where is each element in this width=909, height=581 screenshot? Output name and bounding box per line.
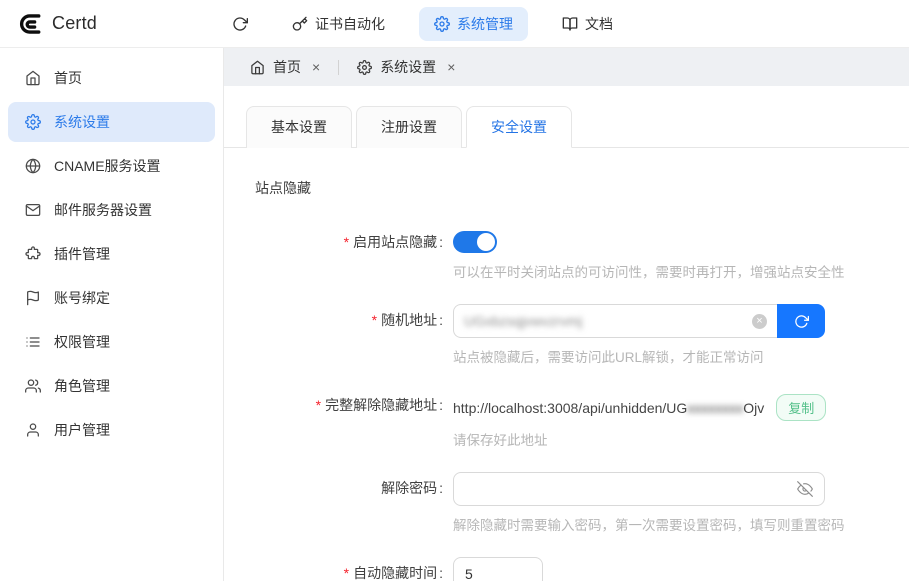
field-enable-site-hiding: 启用站点隐藏 可以在平时关闭站点的可访问性，需要时再打开，增强站点安全性	[255, 226, 909, 281]
sidebar-item-label: 角色管理	[54, 376, 110, 396]
user-icon	[25, 422, 41, 438]
section-title-site-hiding: 站点隐藏	[255, 178, 909, 198]
regenerate-address-button[interactable]	[777, 304, 825, 338]
field-help: 站点被隐藏后，需要访问此URL解锁，才能正常访问	[453, 346, 825, 366]
tab-security-settings[interactable]: 安全设置	[466, 106, 572, 148]
sidebar-item-users[interactable]: 用户管理	[8, 410, 215, 450]
toggle-knob	[477, 233, 495, 251]
eye-invisible-icon[interactable]	[797, 481, 813, 497]
nav-label: 证书自动化	[315, 14, 385, 34]
content-panel: 基本设置 注册设置 安全设置 站点隐藏 启用站点隐藏 可以在平时关闭站点的可访问…	[224, 86, 909, 581]
field-help: 请保存好此地址	[453, 429, 826, 449]
nav-cert-automation[interactable]: 证书自动化	[282, 7, 395, 41]
sidebar-item-system-settings[interactable]: 系统设置	[8, 102, 215, 142]
sidebar-item-label: 用户管理	[54, 420, 110, 440]
globe-icon	[25, 158, 41, 174]
brand[interactable]: Certd	[16, 11, 222, 37]
page-tab-home[interactable]: 首页 ×	[240, 57, 330, 77]
field-full-unhide-url: 完整解除隐藏地址 http://localhost:3008/api/unhid…	[255, 389, 909, 449]
tab-basic-settings[interactable]: 基本设置	[246, 106, 352, 148]
field-unhide-password: 解除密码 解除隐藏时需要输入密码，第一次需要设置密码，填写则重置密码	[255, 472, 909, 534]
book-icon	[562, 16, 578, 32]
gear-icon	[25, 114, 41, 130]
refresh-icon	[794, 314, 809, 329]
page-tab-system-settings[interactable]: 系统设置 ×	[347, 57, 465, 77]
auto-hide-time-input[interactable]	[456, 566, 540, 581]
settings-tabs: 基本设置 注册设置 安全设置	[224, 106, 909, 148]
field-auto-hide-time: 自动隐藏时间 多少分钟内无请求自动隐藏	[255, 557, 909, 581]
page-tabstrip: 首页 × 系统设置 ×	[224, 48, 909, 86]
sidebar-item-label: CNAME服务设置	[54, 156, 161, 176]
unhide-password-input[interactable]	[465, 481, 797, 497]
unhide-password-input-wrap	[453, 472, 825, 506]
sidebar-item-permissions[interactable]: 权限管理	[8, 322, 215, 362]
home-icon	[250, 60, 265, 75]
site-hiding-toggle[interactable]	[453, 231, 497, 253]
sidebar-item-cname-service[interactable]: CNAME服务设置	[8, 146, 215, 186]
nav-docs[interactable]: 文档	[552, 7, 623, 41]
tab-divider	[338, 60, 339, 75]
sidebar-item-label: 权限管理	[54, 332, 110, 352]
unhide-url-masked-segment: xxxxxxxx	[687, 400, 743, 416]
home-icon	[25, 70, 41, 86]
random-address-input[interactable]: UGxbzsqjvwvzrvmj ×	[453, 304, 777, 338]
flag-icon	[25, 290, 41, 306]
brand-name: Certd	[52, 13, 97, 34]
refresh-icon	[232, 16, 248, 32]
sidebar-item-label: 插件管理	[54, 244, 110, 264]
field-label: 解除密码	[255, 472, 443, 534]
mail-icon	[25, 202, 41, 218]
top-nav: 证书自动化 系统管理 文档	[222, 7, 623, 41]
nav-system-admin[interactable]: 系统管理	[419, 7, 528, 41]
sidebar-item-home[interactable]: 首页	[8, 58, 215, 98]
key-icon	[292, 16, 308, 32]
app-header: Certd 证书自动化 系统管理 文档	[0, 0, 909, 48]
sidebar-item-label: 账号绑定	[54, 288, 110, 308]
field-label: 随机地址	[255, 304, 443, 366]
certd-logo-icon	[16, 11, 42, 37]
sidebar-item-account-binding[interactable]: 账号绑定	[8, 278, 215, 318]
sidebar: 首页 系统设置 CNAME服务设置 邮件服务器设置 插件管理 账号绑定 权限管理	[0, 48, 224, 581]
sidebar-item-roles[interactable]: 角色管理	[8, 366, 215, 406]
sidebar-item-label: 首页	[54, 68, 82, 88]
sidebar-item-mail-server[interactable]: 邮件服务器设置	[8, 190, 215, 230]
security-settings-form: 站点隐藏 启用站点隐藏 可以在平时关闭站点的可访问性，需要时再打开，增强站点安全…	[224, 148, 909, 581]
page-tab-label: 系统设置	[380, 57, 436, 77]
list-icon	[25, 334, 41, 350]
puzzle-icon	[25, 246, 41, 262]
page-tab-label: 首页	[273, 57, 301, 77]
field-label: 启用站点隐藏	[255, 226, 443, 281]
field-help: 解除隐藏时需要输入密码，第一次需要设置密码，填写则重置密码	[453, 514, 845, 534]
team-icon	[25, 378, 41, 394]
sidebar-item-label: 邮件服务器设置	[54, 200, 152, 220]
refresh-button[interactable]	[222, 9, 258, 39]
gear-icon	[434, 16, 450, 32]
copy-button[interactable]: 复制	[776, 394, 826, 421]
field-label: 自动隐藏时间	[255, 557, 443, 581]
sidebar-item-plugins[interactable]: 插件管理	[8, 234, 215, 274]
nav-label: 系统管理	[457, 14, 513, 34]
field-label: 完整解除隐藏地址	[255, 389, 443, 449]
clear-icon[interactable]: ×	[752, 314, 767, 329]
close-icon[interactable]: ×	[447, 60, 455, 74]
nav-label: 文档	[585, 14, 613, 34]
tab-register-settings[interactable]: 注册设置	[356, 106, 462, 148]
field-random-address: 随机地址 UGxbzsqjvwvzrvmj × 站点被隐藏后，需要访问此URL解…	[255, 304, 909, 366]
close-icon[interactable]: ×	[312, 60, 320, 74]
sidebar-item-label: 系统设置	[54, 112, 110, 132]
random-address-value: UGxbzsqjvwvzrvmj	[464, 313, 752, 329]
gear-icon	[357, 60, 372, 75]
unhide-url-text: http://localhost:3008/api/unhidden/UGxxx…	[453, 400, 764, 416]
auto-hide-time-input-wrap	[453, 557, 543, 581]
field-help: 可以在平时关闭站点的可访问性，需要时再打开，增强站点安全性	[453, 261, 845, 281]
